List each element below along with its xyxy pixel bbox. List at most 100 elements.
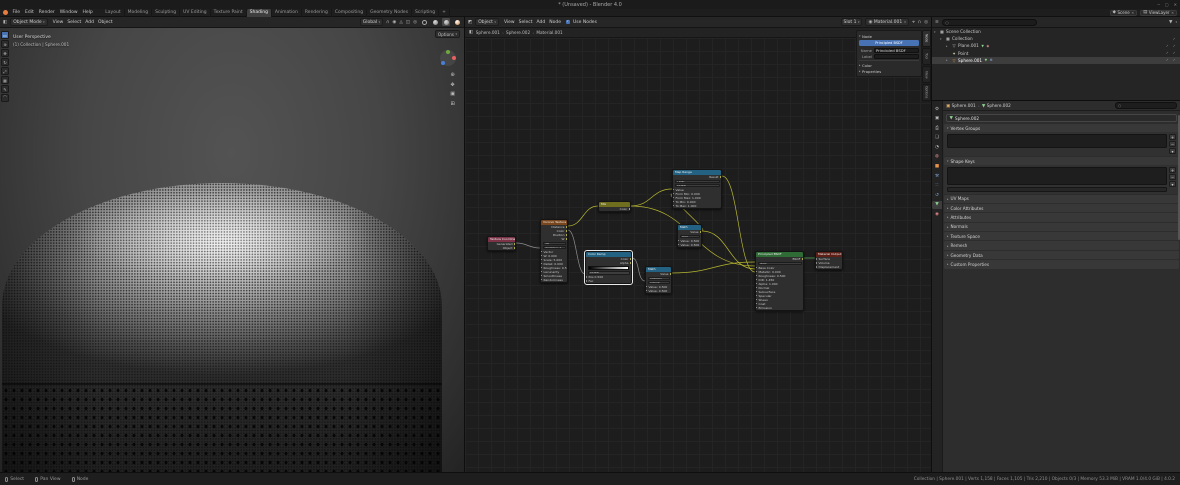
collapsed-panel[interactable]: ▸ Normals	[944, 223, 1179, 231]
n-tab-tool[interactable]: Tool	[922, 48, 931, 65]
annotate-tool[interactable]: ✎	[1, 85, 9, 93]
axis-x-icon[interactable]	[452, 56, 456, 60]
tab-shading[interactable]: Shading	[247, 9, 272, 17]
outliner-row-point[interactable]: ✦ Point ✓ ✓	[932, 50, 1180, 57]
select-box-tool[interactable]: ▭	[1, 31, 9, 39]
move-view-icon[interactable]: ✥	[450, 82, 455, 88]
collapsed-panel[interactable]: ▸ Texture Space	[944, 232, 1179, 240]
node-socket-row[interactable]: Emission	[756, 306, 803, 310]
active-node-field[interactable]: Principled BSDF	[859, 40, 919, 46]
close-button[interactable]: ✕	[1174, 2, 1177, 7]
properties-section-header[interactable]: ▸ Properties	[859, 68, 919, 74]
vertex-groups-list[interactable]	[947, 134, 1167, 148]
tab-geometry-nodes[interactable]: Geometry Nodes	[367, 9, 412, 17]
rotate-tool[interactable]: ↻	[1, 58, 9, 66]
viewlayer-selector[interactable]: ▤ ViewLayer ✕	[1140, 10, 1177, 16]
tab-rendering[interactable]: Rendering	[302, 9, 332, 17]
node-socket-row[interactable]: Add	[680, 235, 700, 239]
node-socket-row[interactable]: BSDF	[756, 257, 803, 261]
collapsed-panel[interactable]: ▸ Geometry Data	[944, 251, 1179, 259]
breadcrumb-mesh-data[interactable]: ▼ Sphere.002	[982, 103, 1011, 109]
filter-funnel-icon[interactable]: ▼	[1169, 20, 1172, 25]
use-nodes-checkbox[interactable]	[566, 20, 570, 24]
outliner-item-label[interactable]: Sphere.001	[958, 58, 982, 63]
breadcrumb-object[interactable]: ▣ Sphere.001	[946, 103, 976, 109]
vertex-group-specials-button[interactable]: ▾	[1169, 148, 1176, 154]
shader-node-math-add[interactable]: MathValueAddValue: 0.500Value: 0.500	[677, 224, 702, 248]
node-socket-row[interactable]: Multiply	[648, 277, 670, 281]
shape-key-specials-button[interactable]: ▾	[1169, 181, 1176, 187]
node-socket-row[interactable]: Linear	[675, 184, 720, 188]
tab-add-workspace[interactable]: +	[439, 9, 450, 17]
tab-animation[interactable]: Animation	[272, 9, 302, 17]
material-slot-select[interactable]: Slot 1 ▾	[841, 18, 863, 26]
viewport-menu-item[interactable]: Select	[65, 20, 83, 25]
material-datablock-selector[interactable]: ◉ Material.001 ✕	[865, 18, 909, 26]
remove-vertex-group-button[interactable]: −	[1169, 141, 1176, 147]
tab-sculpting[interactable]: Sculpting	[152, 9, 180, 17]
shader-type-select[interactable]: Object ▾	[475, 18, 499, 26]
shader-node-material-output[interactable]: Material OutputSurfaceVolumeDisplacement	[815, 251, 843, 270]
properties-search-input[interactable]: ○	[1115, 102, 1177, 109]
mesh-data-name-field[interactable]: ▼ Sphere.002	[946, 114, 1177, 122]
modifiers-tab[interactable]: ⚒	[932, 172, 942, 180]
node-socket-row[interactable]: Smooth F1	[543, 246, 566, 250]
outliner-row-scene-collection[interactable]: ▾ ▦ Scene Collection	[932, 28, 1180, 35]
viewport-canvas[interactable]: ▭⊕✥↻⤢▦✎⌒ User Perspective (1) Collection…	[0, 28, 464, 472]
proportional-edit-icon[interactable]: ◬	[399, 20, 402, 25]
object-data-tab[interactable]: ▼	[932, 201, 942, 209]
outliner-row-collection[interactable]: ▾ ▦ Collection ✓	[932, 35, 1180, 42]
n-tab-options[interactable]: Options	[922, 84, 931, 101]
pin-icon[interactable]: ⌖	[912, 19, 915, 25]
outliner-item-label[interactable]: Collection	[952, 36, 973, 41]
tab-modeling[interactable]: Modeling	[125, 9, 152, 17]
node-socket-row[interactable]: Value	[678, 230, 701, 234]
node-panel-header[interactable]: ▾ Node	[859, 33, 919, 39]
shader-menu-item[interactable]: View	[502, 20, 517, 25]
shape-keys-panel-header[interactable]: ▾ Shape Keys	[944, 157, 1179, 165]
measure-tool[interactable]: ⌒	[1, 94, 9, 102]
blender-logo-icon[interactable]	[3, 10, 8, 15]
viewport-menu-item[interactable]: Add	[83, 20, 96, 25]
outliner-row-sphere-001[interactable]: ▸ ▽ Sphere.001 ▼ ⚙ ✓ ✓	[932, 57, 1180, 64]
solid-shading-button[interactable]	[431, 18, 439, 26]
shader-node-map-range[interactable]: Map RangeResultFloatLinearValueFrom Min:…	[672, 169, 722, 209]
render-tab[interactable]: ▣	[932, 115, 942, 123]
shader-node-texture-coordinate[interactable]: Texture CoordinateGeneratedObject	[487, 236, 516, 251]
remove-shape-key-button[interactable]: −	[1169, 174, 1176, 180]
outliner-item-label[interactable]: Plane.001	[958, 43, 979, 48]
move-tool[interactable]: ✥	[1, 49, 9, 57]
viewport-menu-item[interactable]: View	[51, 20, 66, 25]
scene-tab[interactable]: ◔	[932, 143, 942, 151]
outliner-search-input[interactable]: ○	[942, 19, 1037, 26]
expand-arrow-icon[interactable]: ▾	[940, 37, 944, 41]
add-vertex-group-button[interactable]: +	[1169, 134, 1176, 140]
outliner-row-plane-001[interactable]: ▸ ▽ Plane.001 ▼ ◉ ✓ ✓	[932, 42, 1180, 49]
properties-scrollbar[interactable]	[1178, 115, 1180, 240]
world-tab[interactable]: ◍	[932, 153, 942, 161]
gizmo-toggle-icon[interactable]: ◫	[406, 20, 410, 25]
menu-item[interactable]: Render	[36, 9, 57, 17]
node-socket-row[interactable]: Randomness	[541, 278, 567, 282]
n-tab-node[interactable]: Node	[922, 30, 931, 47]
snapping-magnet-icon[interactable]: ∩	[386, 20, 389, 25]
unlink-material-icon[interactable]: ✕	[904, 20, 907, 24]
breadcrumb-item[interactable]: Sphere.001	[476, 30, 500, 35]
collapsed-panel[interactable]: ▸ UV Maps	[944, 195, 1179, 203]
node-label-input[interactable]	[874, 54, 920, 59]
node-socket-row[interactable]: 3D	[543, 242, 566, 246]
expand-arrow-icon[interactable]: ▸	[946, 58, 950, 62]
tab-scripting[interactable]: Scripting	[412, 9, 439, 17]
node-socket-row[interactable]: Value: 0.500	[678, 243, 701, 247]
node-socket-row[interactable]: Color	[599, 207, 630, 211]
node-socket-row[interactable]: Linear	[588, 271, 630, 275]
node-socket-row[interactable]: Value	[646, 272, 671, 276]
scale-tool[interactable]: ⤢	[1, 67, 9, 75]
node-socket-row[interactable]: Alpha	[586, 261, 631, 265]
tab-compositing[interactable]: Compositing	[332, 9, 367, 17]
node-graph[interactable]: Texture CoordinateGeneratedObjectVoronoi…	[465, 38, 931, 472]
outliner-display-mode-icon[interactable]: ≡	[935, 20, 939, 25]
scene-selector[interactable]: ◆ Scene ✕	[1110, 10, 1138, 16]
node-socket-row[interactable]: GGX	[758, 262, 802, 266]
visibility-toggles[interactable]: ✓ ✓	[1166, 51, 1178, 55]
